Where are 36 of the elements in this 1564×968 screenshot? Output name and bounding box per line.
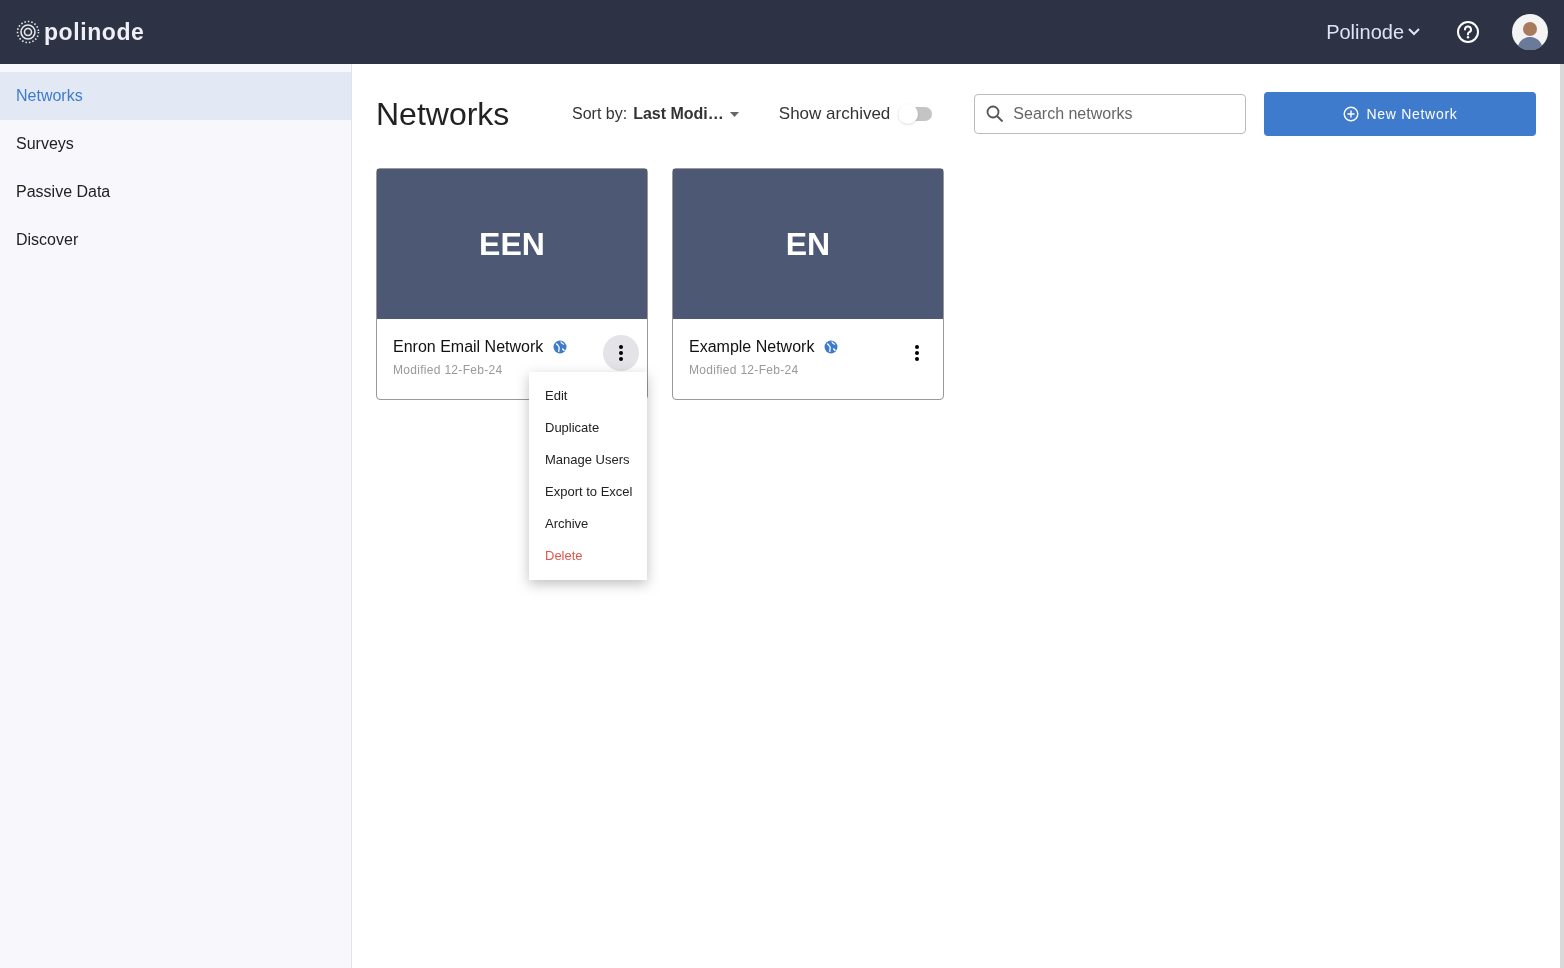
plus-circle-icon <box>1342 106 1359 122</box>
menu-item[interactable]: Duplicate <box>529 412 647 444</box>
menu-item[interactable]: Export to Excel <box>529 476 647 508</box>
menu-item[interactable]: Manage Users <box>529 444 647 476</box>
avatar-icon[interactable] <box>1512 14 1548 50</box>
caret-icon <box>729 111 739 117</box>
sidebar-item[interactable]: Passive Data <box>0 168 351 216</box>
sidebar-item[interactable]: Surveys <box>0 120 351 168</box>
logo-text: polinode <box>44 17 145 47</box>
network-initials: EN <box>785 225 831 264</box>
modified-date: Modified 12-Feb-24 <box>393 362 504 379</box>
network-name[interactable]: Enron Email Network <box>393 335 544 359</box>
modified-date: Modified 12-Feb-24 <box>689 362 800 379</box>
help-icon[interactable] <box>1456 20 1480 44</box>
menu-item[interactable]: Edit <box>529 380 647 412</box>
menu-item[interactable]: Archive <box>529 508 647 540</box>
account-menu[interactable]: Polinode <box>1326 17 1420 47</box>
globe-icon <box>553 340 568 354</box>
show-archived-label: Show archived <box>778 103 891 126</box>
network-initials: EEN <box>479 225 545 264</box>
kebab-icon <box>915 345 919 361</box>
menu-item[interactable]: Delete <box>529 540 647 572</box>
sidebar-item[interactable]: Discover <box>0 216 351 264</box>
logo-icon <box>16 20 40 44</box>
more-options-button[interactable] <box>603 335 639 371</box>
kebab-icon <box>619 345 623 361</box>
network-card[interactable]: EN Example Network Modified 12-Feb-24 <box>672 168 944 400</box>
new-network-button[interactable]: New Network <box>1264 92 1536 136</box>
globe-icon <box>824 340 839 354</box>
search-icon <box>986 105 1005 123</box>
network-name[interactable]: Example Network <box>689 335 815 359</box>
search-field[interactable]: Search networks <box>974 94 1247 134</box>
sort-dropdown[interactable]: Sort by: Last Modi… <box>572 102 739 126</box>
chevron-down-icon <box>1408 28 1420 36</box>
page-title: Networks <box>376 95 511 134</box>
sidebar-item[interactable]: Networks <box>0 72 351 120</box>
